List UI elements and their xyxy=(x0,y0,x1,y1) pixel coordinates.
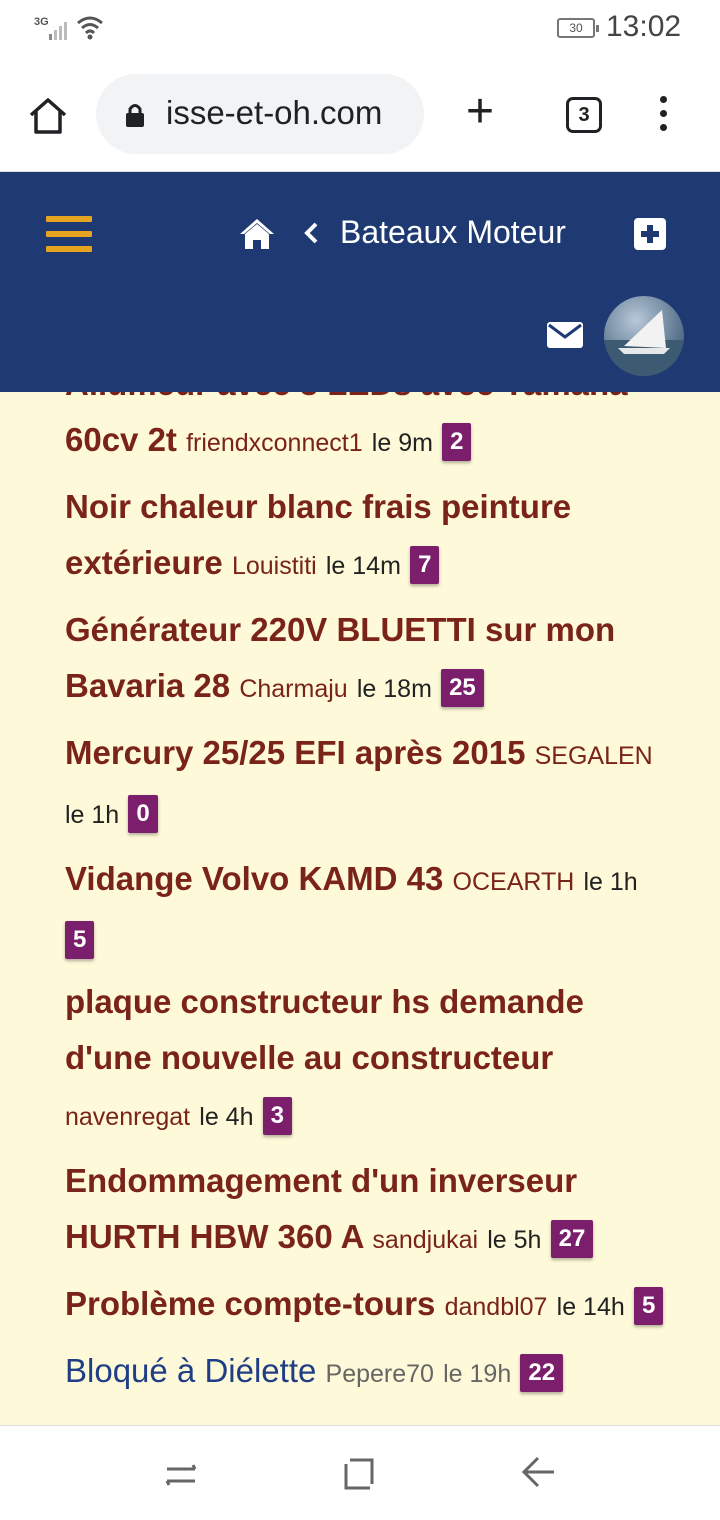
avatar-image xyxy=(604,310,684,376)
status-bar: 3G 30 13:02 xyxy=(0,0,720,56)
tab-switcher-button[interactable]: 3 xyxy=(566,97,602,133)
recent-apps-icon[interactable] xyxy=(163,1459,199,1489)
topic-time: le 5h xyxy=(487,1226,542,1254)
topic-item: Noir chaleur blanc frais peinture extéri… xyxy=(65,479,665,594)
chevron-left-icon[interactable] xyxy=(303,222,321,244)
reply-count-badge: 22 xyxy=(520,1354,564,1392)
topic-title[interactable]: plaque constructeur hs demande d'une nou… xyxy=(65,983,584,1076)
topic-time: le 19h xyxy=(443,1360,512,1388)
topic-author[interactable]: SEGALEN xyxy=(535,742,653,770)
home-icon[interactable] xyxy=(237,216,277,252)
topic-item: plaque constructeur hs demande d'une nou… xyxy=(65,974,665,1145)
browser-toolbar: isse-et-oh.com + 3 xyxy=(0,56,720,172)
topic-author[interactable]: OCEARTH xyxy=(453,868,575,896)
reply-count-badge: 2 xyxy=(442,423,472,461)
address-bar[interactable]: isse-et-oh.com xyxy=(96,74,424,154)
topic-item: Bloqué à Diélette Pepere70 le 19h 22 xyxy=(65,1343,665,1402)
topic-item: Problème compte-tours dandbl07 le 14h 5 xyxy=(65,1276,665,1335)
topic-item: Allumeur avec 3 LEDs avec Yamaha 60cv 2t… xyxy=(65,392,665,471)
network-type: 3G xyxy=(34,16,49,28)
topic-item: Endommagement d'un inverseur HURTH HBW 3… xyxy=(65,1153,665,1268)
reply-count-badge: 25 xyxy=(441,669,484,707)
topic-time: le 4h xyxy=(199,1103,254,1131)
reply-count-badge: 3 xyxy=(262,1097,293,1135)
topic-title[interactable]: Bloqué à Diélette xyxy=(65,1352,316,1389)
topic-author[interactable]: dandbl07 xyxy=(445,1293,548,1321)
new-topic-button[interactable] xyxy=(634,218,666,250)
topic-time: le 14h xyxy=(556,1293,625,1321)
topic-author[interactable]: Pepere70 xyxy=(326,1360,434,1388)
topic-author[interactable]: sandjukai xyxy=(372,1226,478,1254)
battery-icon: 30 xyxy=(557,18,599,38)
topic-time: le 9m xyxy=(371,429,433,457)
home-icon[interactable] xyxy=(26,94,70,138)
avatar[interactable] xyxy=(604,296,684,376)
topic-title[interactable]: Mercury 25/25 EFI après 2015 xyxy=(65,734,525,771)
topic-author[interactable]: Louistiti xyxy=(232,552,317,580)
topic-time: le 1h xyxy=(65,801,120,829)
new-tab-button[interactable]: + xyxy=(466,86,494,138)
topic-author[interactable]: Charmaju xyxy=(239,675,347,703)
topic-title[interactable]: Vidange Volvo KAMD 43 xyxy=(65,860,443,897)
menu-icon[interactable] xyxy=(657,96,669,138)
reply-count-badge: 5 xyxy=(633,1287,664,1325)
topic-title[interactable]: Problème compte-tours xyxy=(65,1285,435,1322)
topic-list-container: Allumeur avec 3 LEDs avec Yamaha 60cv 2t… xyxy=(0,392,720,1425)
topic-item: Mercury 25/25 EFI après 2015 SEGALEN le … xyxy=(65,725,665,843)
topic-title[interactable]: Noir chaleur blanc frais peinture extéri… xyxy=(65,488,571,581)
reply-count-badge: 5 xyxy=(65,921,95,959)
wifi-icon xyxy=(77,16,103,40)
topic-item: Générateur 220V BLUETTI sur mon Bavaria … xyxy=(65,602,665,717)
topic-author[interactable]: friendxconnect1 xyxy=(186,429,363,457)
clock: 13:02 xyxy=(606,10,682,43)
reply-count-badge: 27 xyxy=(550,1220,594,1258)
reply-count-badge: 0 xyxy=(128,795,158,833)
url-text: isse-et-oh.com xyxy=(166,94,383,131)
topic-time: le 18m xyxy=(356,675,432,703)
site-header: Bateaux Moteur xyxy=(0,172,720,392)
topic-item: Vidange Volvo KAMD 43 OCEARTH le 1h 5 xyxy=(65,851,665,966)
signal-icon xyxy=(49,22,67,40)
lock-icon xyxy=(126,104,144,127)
topic-time: le 1h xyxy=(583,868,638,896)
reply-count-badge: 7 xyxy=(410,546,440,584)
topic-author[interactable]: navenregat xyxy=(65,1103,190,1131)
system-nav-bar xyxy=(0,1425,720,1520)
breadcrumb[interactable]: Bateaux Moteur xyxy=(340,214,566,251)
topic-list: Allumeur avec 3 LEDs avec Yamaha 60cv 2t… xyxy=(65,392,665,1410)
mail-icon[interactable] xyxy=(547,322,583,348)
hamburger-menu-icon[interactable] xyxy=(46,216,92,261)
home-nav-icon[interactable] xyxy=(342,1456,378,1492)
back-icon[interactable] xyxy=(520,1454,558,1490)
topic-time: le 14m xyxy=(325,552,401,580)
